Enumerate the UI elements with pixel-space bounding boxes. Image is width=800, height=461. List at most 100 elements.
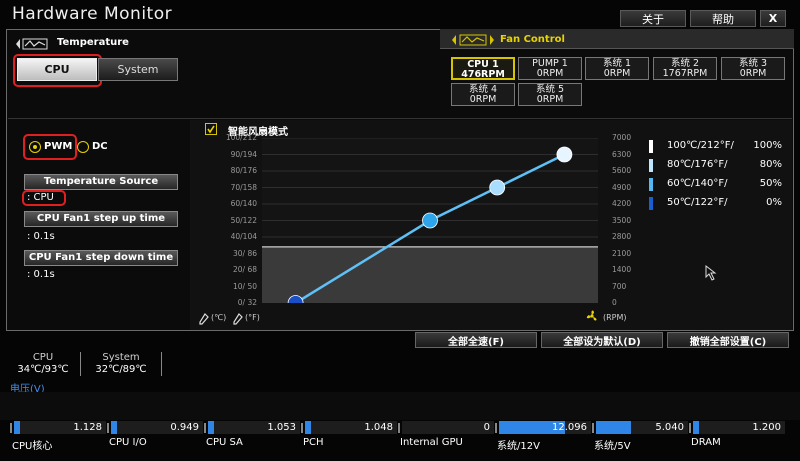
y-tick-left: 60/140	[230, 199, 257, 208]
voltage-bar: 1.128	[14, 421, 106, 434]
system-temp-value: 32℃/89℃	[95, 364, 147, 375]
legend-label: 80℃/176°F/	[667, 159, 728, 170]
fan-pump1-button[interactable]: PUMP 1 0RPM	[518, 57, 582, 80]
voltage-fill	[693, 421, 699, 434]
y-tick-left: 0/ 32	[237, 298, 257, 307]
voltage-bar: 1.053	[208, 421, 300, 434]
pwm-radio[interactable]	[29, 141, 41, 153]
thermometer-f-icon	[232, 311, 244, 325]
voltage-name: 系统/5V	[594, 441, 631, 452]
legend-label: 60℃/140°F/	[667, 178, 728, 189]
y-tick-right: 1400	[612, 265, 632, 274]
y-tick-right: 4200	[612, 199, 632, 208]
voltage-name: DRAM	[691, 437, 721, 448]
voltage-bar: 0.949	[111, 421, 203, 434]
voltage-value: 1.053	[267, 422, 296, 433]
voltage-value: 1.048	[364, 422, 393, 433]
legend-percent: 50%	[759, 178, 782, 189]
temperature-source-value[interactable]: : CPU	[27, 192, 54, 203]
unit-rpm: (RPM)	[603, 313, 627, 322]
legend-swatch	[649, 159, 653, 172]
voltage-value: 12.096	[552, 422, 587, 433]
fan-system2-button[interactable]: 系统 2 1767RPM	[653, 57, 717, 80]
fan-icon	[584, 308, 600, 322]
voltage-tick	[592, 423, 594, 433]
voltage-fill	[111, 421, 117, 434]
fan-system3-button[interactable]: 系统 3 0RPM	[721, 57, 785, 80]
fan-cpu1-button[interactable]: CPU 1 476RPM	[451, 57, 515, 80]
legend-label: 50℃/122°F/	[667, 197, 728, 208]
voltage-value: 1.200	[752, 422, 781, 433]
voltage-value: 1.128	[73, 422, 102, 433]
temperature-header: Temperature	[57, 37, 129, 48]
about-button[interactable]: 关于	[620, 10, 686, 27]
unit-f: (°F)	[245, 313, 260, 322]
voltage-tick	[107, 423, 109, 433]
y-tick-left: 70/158	[230, 182, 257, 192]
voltage-tick	[204, 423, 206, 433]
temperature-source-label: Temperature Source	[24, 174, 178, 190]
fan-rpm: 0RPM	[536, 68, 564, 79]
voltage-fill	[208, 421, 214, 434]
fan-system5-button[interactable]: 系统 5 0RPM	[518, 83, 582, 106]
voltage-value: 0	[483, 422, 490, 433]
y-tick-left: 90/194	[230, 149, 257, 159]
voltage-tick	[301, 423, 303, 433]
fan-system4-button[interactable]: 系统 4 0RPM	[451, 83, 515, 106]
voltage-bar: 0	[402, 421, 494, 434]
y-tick-left: 30/ 86	[233, 248, 257, 258]
y-tick-right: 2100	[612, 248, 632, 258]
voltage-fill	[596, 421, 631, 434]
fan-system1-button[interactable]: 系统 1 0RPM	[585, 57, 649, 80]
legend-percent: 80%	[759, 159, 782, 170]
voltage-bar: 5.040	[596, 421, 688, 434]
fan-rpm: 0RPM	[536, 94, 564, 105]
fan-control-header: Fan Control	[500, 34, 565, 45]
fan-control-icon	[450, 32, 496, 46]
default-button[interactable]: 全部设为默认(D)	[541, 332, 663, 348]
voltage-bar: 1.200	[693, 421, 785, 434]
help-button[interactable]: 帮助	[690, 10, 756, 27]
curve-point-handle[interactable]	[422, 212, 438, 229]
temperature-icon	[14, 36, 54, 50]
fan-rpm: 0RPM	[739, 68, 767, 79]
y-tick-right: 5600	[612, 166, 632, 175]
voltage-band	[0, 392, 800, 420]
voltage-name: CPU I/O	[109, 437, 147, 448]
hardware-monitor-window: Hardware Monitor 关于 帮助 X Temperature CPU…	[0, 0, 800, 461]
divider	[161, 352, 162, 376]
y-tick-right: 7000	[612, 133, 632, 142]
divider	[80, 352, 81, 376]
y-tick-left: 10/ 50	[233, 281, 257, 291]
y-tick-left: 50/122	[230, 215, 257, 225]
voltage-tick	[689, 423, 691, 433]
dc-label: DC	[92, 141, 108, 152]
undo-button[interactable]: 撤销全部设置(C)	[667, 332, 789, 348]
mouse-cursor-icon	[705, 264, 719, 281]
step-up-value[interactable]: : 0.1s	[27, 231, 55, 242]
voltage-value: 0.949	[170, 422, 199, 433]
curve-point-handle[interactable]	[556, 146, 573, 163]
fan-rpm: 0RPM	[603, 68, 631, 79]
y-tick-left: 100/212	[225, 133, 257, 142]
unit-c: (℃)	[211, 313, 227, 322]
voltage-fill	[14, 421, 20, 434]
y-tick-right: 6300	[612, 149, 632, 159]
y-tick-right: 4900	[612, 182, 632, 192]
y-tick-left: 80/176	[230, 166, 257, 175]
dc-radio[interactable]	[77, 141, 89, 153]
tab-cpu[interactable]: CPU	[17, 58, 97, 81]
voltage-name: PCH	[303, 437, 324, 448]
step-down-value[interactable]: : 0.1s	[27, 269, 55, 280]
voltage-tick	[10, 423, 12, 433]
close-button[interactable]: X	[760, 10, 786, 27]
fan-curve-chart[interactable]	[262, 138, 598, 303]
voltage-tick	[398, 423, 400, 433]
step-down-label: CPU Fan1 step down time	[24, 250, 178, 266]
pwm-label: PWM	[44, 141, 73, 152]
full-speed-button[interactable]: 全部全速(F)	[415, 332, 537, 348]
voltage-name: CPU核心	[12, 441, 53, 452]
tab-system[interactable]: System	[98, 58, 178, 81]
fan-rpm: 1767RPM	[662, 68, 708, 79]
curve-point-handle[interactable]	[489, 179, 506, 196]
